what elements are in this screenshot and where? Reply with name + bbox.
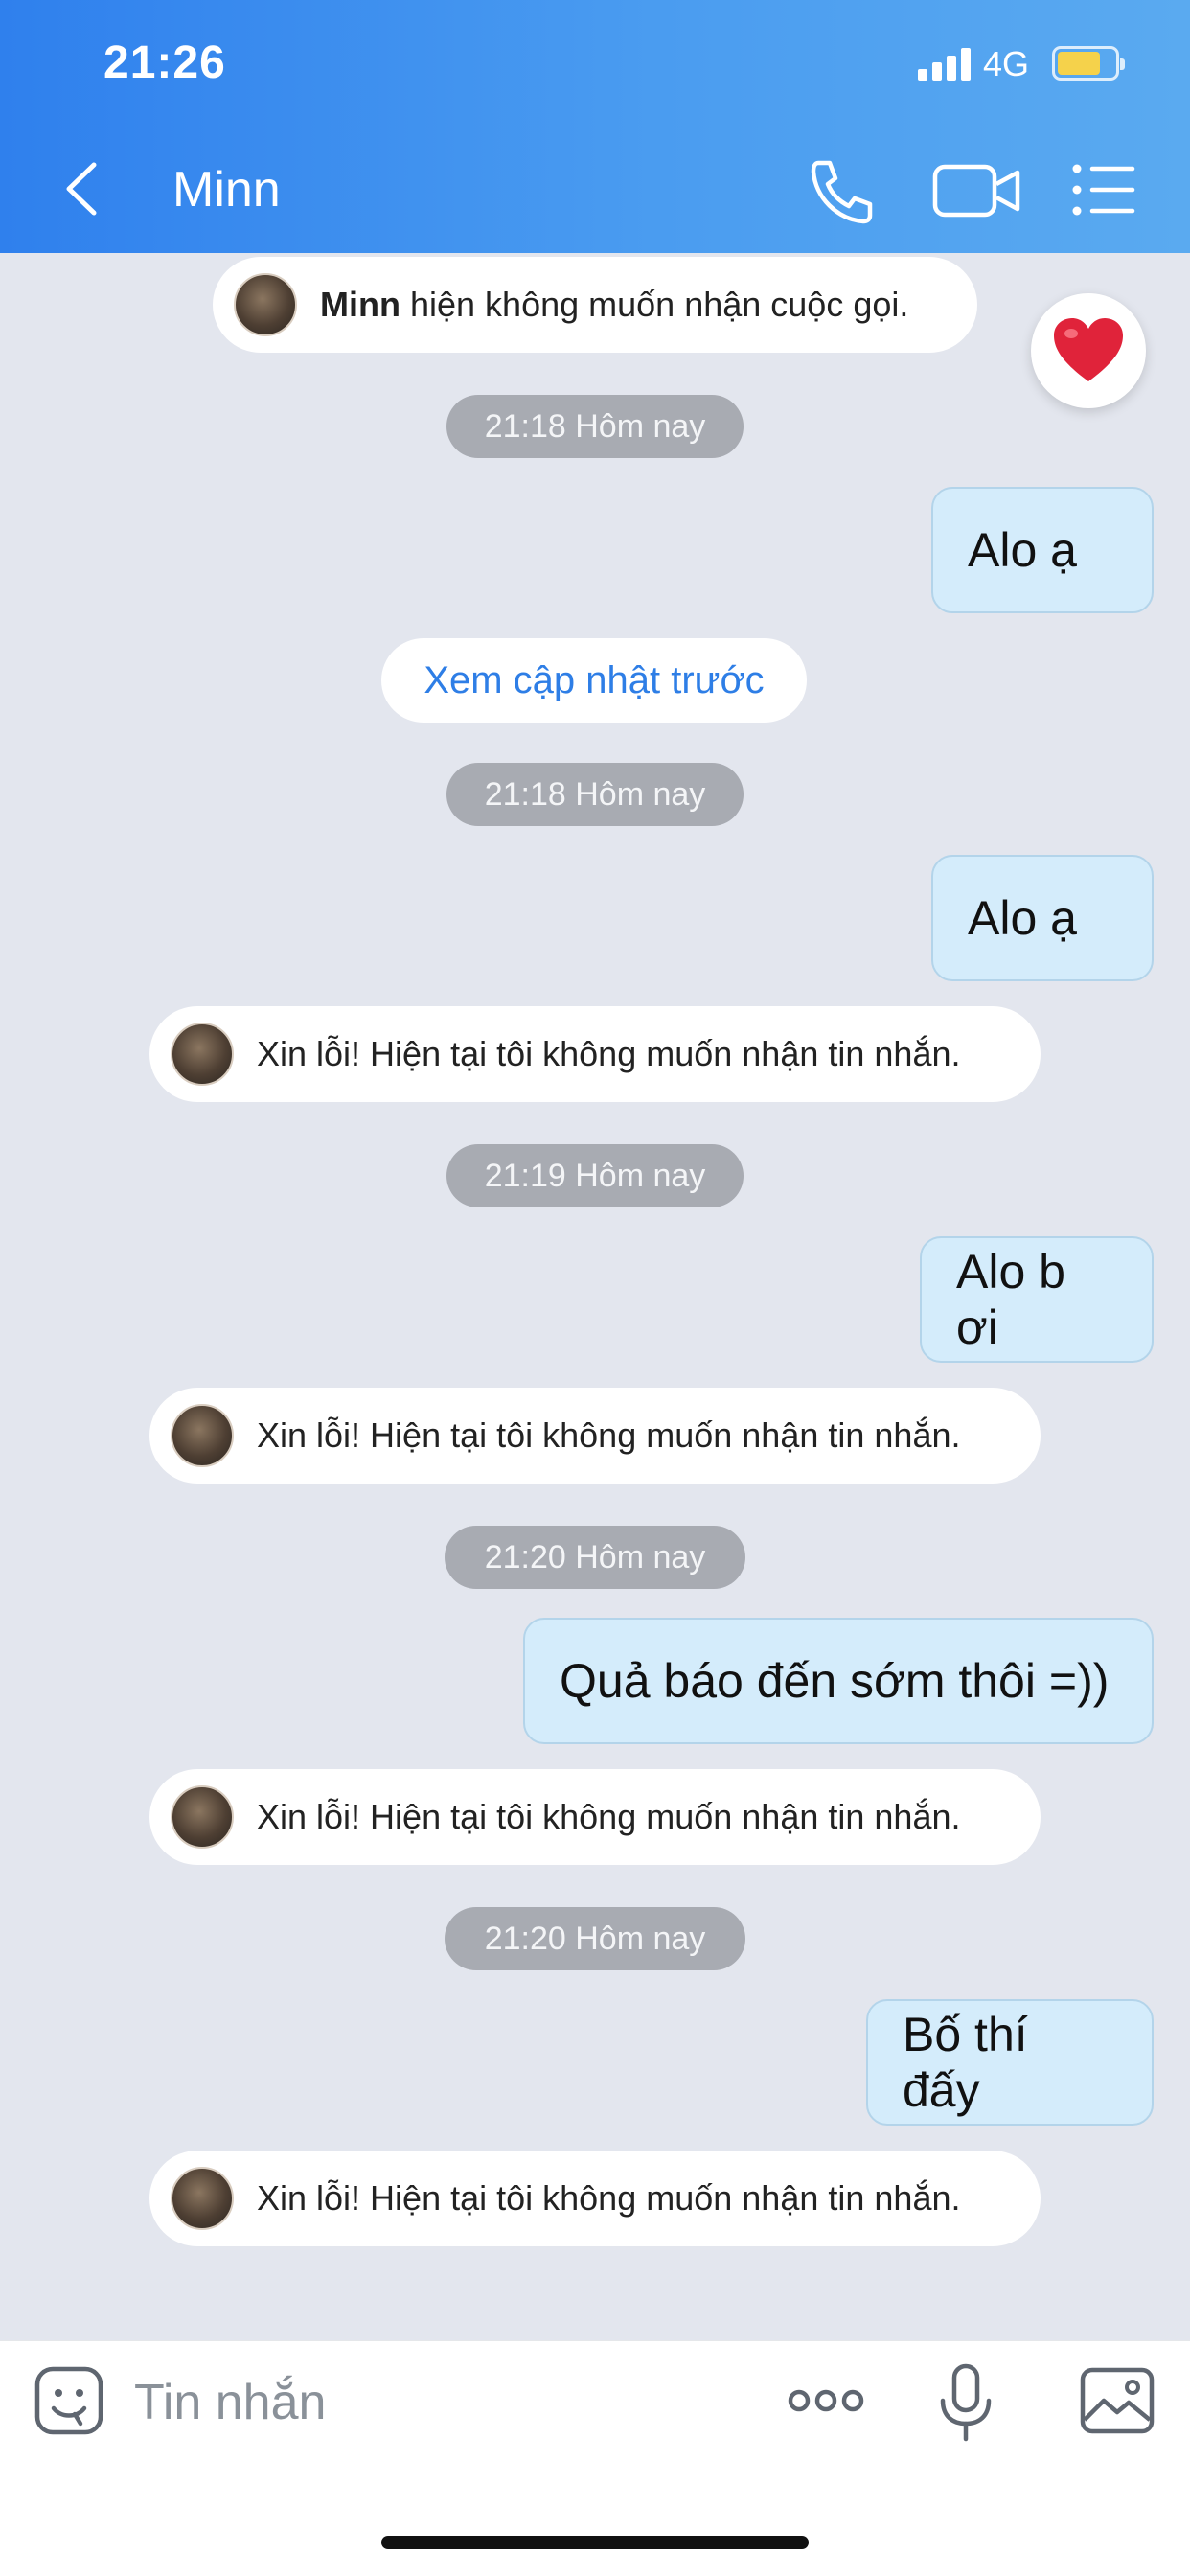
video-call-button[interactable]: [929, 151, 1025, 228]
auto-reply-notice: Xin lỗi! Hiện tại tôi không muốn nhận ti…: [149, 2150, 1041, 2246]
timestamp: 21:20 Hôm nay: [445, 1907, 745, 1970]
auto-reply-text: Xin lỗi! Hiện tại tôi không muốn nhận ti…: [257, 2178, 961, 2218]
sent-message[interactable]: Alo ạ: [931, 487, 1154, 613]
back-button[interactable]: [56, 155, 113, 222]
notice-text: Minn hiện không muốn nhận cuộc gọi.: [320, 285, 908, 325]
signal-icon: [918, 48, 972, 80]
timestamp: 21:20 Hôm nay: [445, 1526, 745, 1589]
call-button[interactable]: [797, 151, 883, 228]
auto-reply-text: Xin lỗi! Hiện tại tôi không muốn nhận ti…: [257, 1034, 961, 1073]
sent-message[interactable]: Alo b ơi: [920, 1236, 1154, 1363]
mic-icon: [940, 2363, 992, 2442]
auto-reply-text: Xin lỗi! Hiện tại tôi không muốn nhận ti…: [257, 1797, 961, 1836]
menu-button[interactable]: [1065, 151, 1152, 228]
chat-area[interactable]: Minn hiện không muốn nhận cuộc gọi. 21:1…: [0, 253, 1190, 2340]
avatar: [234, 273, 297, 336]
auto-reply-text: Xin lỗi! Hiện tại tôi không muốn nhận ti…: [257, 1415, 961, 1455]
timestamp: 21:18 Hôm nay: [446, 395, 744, 458]
image-icon: [1080, 2367, 1155, 2434]
timestamp: 21:19 Hôm nay: [446, 1144, 744, 1208]
home-indicator[interactable]: [381, 2536, 809, 2549]
auto-reply-notice: Xin lỗi! Hiện tại tôi không muốn nhận ti…: [149, 1769, 1041, 1865]
avatar: [171, 1785, 234, 1849]
sent-message[interactable]: Bố thí đấy: [866, 1999, 1154, 2126]
status-time: 21:26: [103, 37, 226, 88]
sticker-icon: [34, 2366, 103, 2435]
network-label: 4G: [983, 44, 1030, 83]
sticker-button[interactable]: [33, 2364, 105, 2442]
heart-icon: [1054, 318, 1123, 381]
notice-name: Minn: [320, 285, 400, 324]
more-button[interactable]: [786, 2374, 866, 2432]
avatar: [171, 2167, 234, 2230]
message-input[interactable]: [134, 2366, 747, 2439]
phone-icon: [811, 160, 873, 224]
contact-name[interactable]: Minn: [172, 161, 281, 218]
notice-message: hiện không muốn nhận cuộc gọi.: [400, 285, 909, 324]
mic-button[interactable]: [935, 2362, 996, 2448]
video-icon: [932, 164, 1020, 218]
avatar: [171, 1023, 234, 1086]
menu-icon: [1072, 164, 1135, 216]
chat-header: 21:26 4G Minn: [0, 0, 1190, 253]
auto-reply-notice: Xin lỗi! Hiện tại tôi không muốn nhận ti…: [149, 1006, 1041, 1102]
battery-icon: [1052, 46, 1125, 80]
timestamp: 21:18 Hôm nay: [446, 763, 744, 826]
reaction-button[interactable]: [1031, 293, 1146, 408]
see-previous-link[interactable]: Xem cập nhật trước: [381, 638, 807, 723]
image-button[interactable]: [1079, 2366, 1156, 2440]
more-icon: [788, 2389, 864, 2412]
sent-message[interactable]: Quả báo đến sớm thôi =)): [523, 1618, 1154, 1744]
auto-reply-notice: Xin lỗi! Hiện tại tôi không muốn nhận ti…: [149, 1388, 1041, 1484]
call-declined-notice: Minn hiện không muốn nhận cuộc gọi.: [213, 257, 977, 353]
avatar: [171, 1404, 234, 1467]
sent-message[interactable]: Alo ạ: [931, 855, 1154, 981]
chevron-left-icon: [66, 162, 97, 216]
